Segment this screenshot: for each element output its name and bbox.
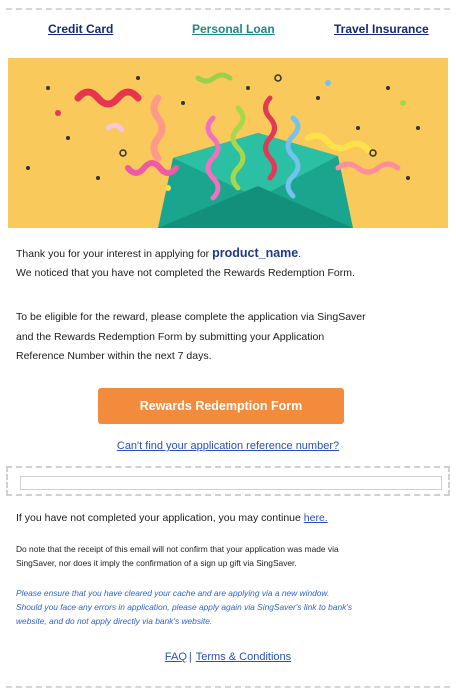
warning-line-1: Please ensure that you have cleared your… <box>16 588 330 598</box>
hero-image <box>8 58 448 228</box>
intro-line-1: Thank you for your interest in applying … <box>16 244 444 264</box>
intro-line-2: We noticed that you have not completed t… <box>16 267 355 279</box>
eligibility-line-2: and the Rewards Redemption Form by submi… <box>16 330 325 343</box>
nav-link-travel-insurance[interactable]: Travel Insurance <box>334 22 429 36</box>
note-line-2: SingSaver, nor does it imply the confirm… <box>16 558 297 568</box>
eligibility-text: To be eligible for the reward, please co… <box>16 308 444 367</box>
note-line-1: Do note that the receipt of this email w… <box>16 544 339 554</box>
rewards-redemption-form-button[interactable]: Rewards Redemption Form <box>98 388 344 424</box>
footer-separator: | <box>188 651 192 663</box>
empty-section-box <box>6 466 450 496</box>
warning-line-3: website, and do not apply directly via b… <box>16 616 213 626</box>
empty-inner-box <box>20 476 442 490</box>
eligibility-line-3: Reference Number within the next 7 days. <box>16 350 212 362</box>
nav-link-credit-card[interactable]: Credit Card <box>48 22 113 36</box>
top-divider <box>6 8 450 10</box>
top-nav: Credit Card Personal Loan Travel Insuran… <box>6 18 450 42</box>
footer-links: FAQ | Terms & Conditions <box>6 651 450 663</box>
cant-find-reference-link[interactable]: Can't find your application reference nu… <box>6 440 450 452</box>
warning-line-2: Should you face any errors in applicatio… <box>16 602 353 612</box>
product-name: product_name <box>212 246 299 260</box>
disclaimer-note: Do note that the receipt of this email w… <box>16 542 444 570</box>
email-body: Credit Card Personal Loan Travel Insuran… <box>6 0 450 694</box>
faq-link[interactable]: FAQ <box>165 651 187 663</box>
intro-prefix: Thank you for your interest in applying … <box>16 248 213 260</box>
bottom-divider <box>6 686 450 688</box>
cache-warning: Please ensure that you have cleared your… <box>16 586 444 628</box>
nav-link-personal-loan[interactable]: Personal Loan <box>192 22 275 36</box>
continue-text: If you have not completed your applicati… <box>16 512 328 524</box>
confetti-envelope-illustration <box>8 58 448 228</box>
intro-suffix: . <box>298 248 302 260</box>
intro-text: Thank you for your interest in applying … <box>16 244 444 283</box>
eligibility-line-1: To be eligible for the reward, please co… <box>16 311 366 323</box>
continue-prefix: If you have not completed your applicati… <box>16 512 304 524</box>
continue-here-link[interactable]: here. <box>304 512 328 524</box>
terms-conditions-link[interactable]: Terms & Conditions <box>196 651 291 663</box>
